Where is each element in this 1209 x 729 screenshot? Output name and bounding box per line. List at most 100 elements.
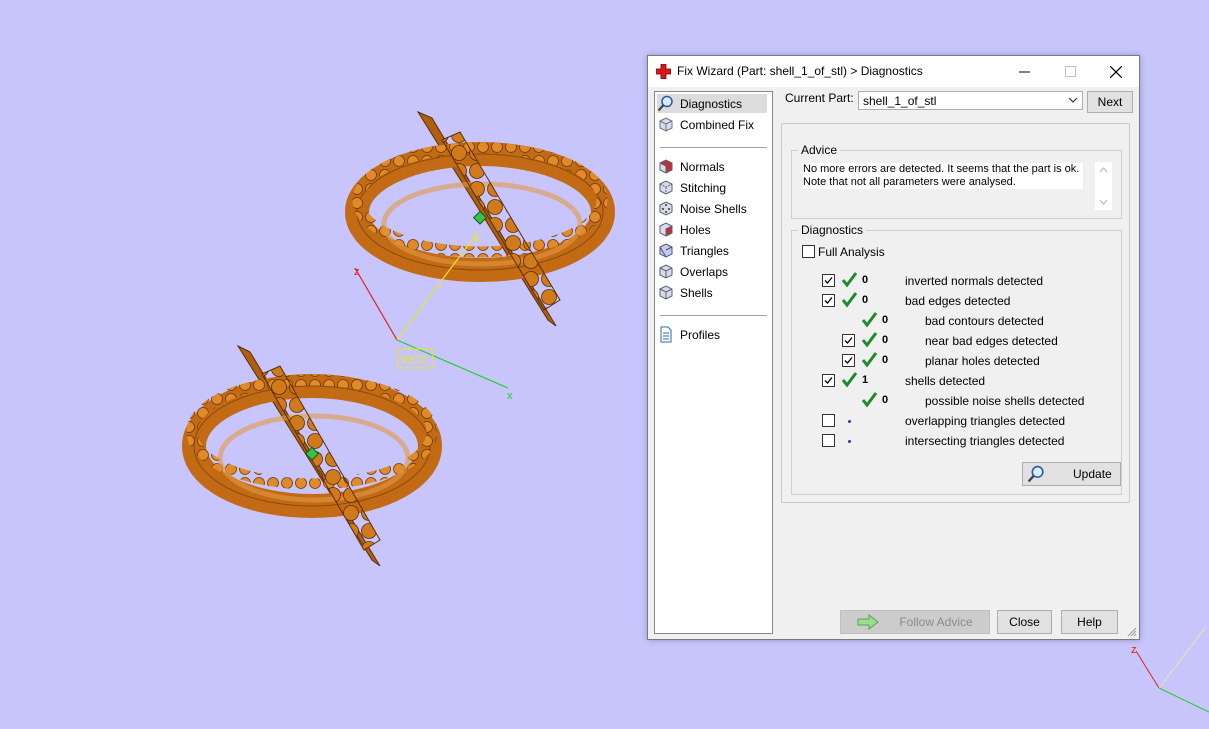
sidebar-item-label: Diagnostics <box>680 96 743 111</box>
green-check-icon <box>861 392 878 408</box>
follow-advice-button[interactable]: Follow Advice <box>840 610 990 634</box>
not-run-dot-icon <box>848 440 851 443</box>
sidebar-item-label: Noise Shells <box>680 201 747 216</box>
green-check-icon <box>861 312 878 328</box>
current-part-select[interactable]: shell_1_of_stl <box>858 91 1083 110</box>
next-button[interactable]: Next <box>1087 91 1133 113</box>
minimize-icon <box>1018 71 1030 73</box>
follow-advice-label: Follow Advice <box>899 615 973 629</box>
overlaps-cube-icon <box>659 264 673 279</box>
row-checkbox[interactable] <box>822 434 835 447</box>
row-checkbox[interactable] <box>822 374 835 387</box>
chevron-down-icon <box>1068 97 1078 103</box>
row-count: 0 <box>862 274 869 286</box>
corner-axis-z-label: z <box>1131 644 1137 656</box>
red-cross-icon <box>656 64 671 79</box>
ring-part-bottom[interactable] <box>182 344 442 567</box>
axis-x-label: x <box>507 390 513 402</box>
help-button[interactable]: Help <box>1061 610 1118 634</box>
green-check-icon <box>841 372 858 388</box>
magnifier-icon <box>657 95 673 112</box>
not-run-dot-icon <box>848 420 851 423</box>
normals-cube-icon <box>659 159 673 174</box>
full-analysis-checkbox[interactable] <box>802 245 815 258</box>
triangles-cube-icon <box>659 243 673 258</box>
update-label: Update <box>1073 467 1112 481</box>
sidebar-item-shells[interactable]: Shells <box>657 283 767 302</box>
advice-scrollbar[interactable] <box>1095 162 1112 210</box>
sidebar-item-holes[interactable]: Holes <box>657 220 767 239</box>
row-count: 1 <box>862 374 869 386</box>
wizard-sidebar: Diagnostics Combined Fix Normals Stitchi… <box>654 91 773 634</box>
wcs-label: WCS <box>401 354 427 366</box>
row-checkbox[interactable] <box>842 334 855 347</box>
row-label: bad edges detected <box>905 294 1011 308</box>
document-icon <box>660 326 672 343</box>
row-count: 0 <box>882 314 889 326</box>
axis-z-label: z <box>354 266 360 278</box>
sidebar-item-diagnostics[interactable]: Diagnostics <box>657 94 767 113</box>
row-label: planar holes detected <box>925 354 1040 368</box>
close-icon <box>1110 65 1122 78</box>
close-button[interactable]: Close <box>997 610 1052 634</box>
row-label: shells detected <box>905 374 986 388</box>
corner-axis-indicator: z <box>1131 627 1209 713</box>
sidebar-item-normals[interactable]: Normals <box>657 157 767 176</box>
row-label: possible noise shells detected <box>925 394 1085 408</box>
scroll-arrows-icon <box>1099 167 1108 205</box>
row-count: 0 <box>882 394 889 406</box>
row-checkbox[interactable] <box>842 354 855 367</box>
row-checkbox[interactable] <box>822 274 835 287</box>
advice-text: No more errors are detected. It seems th… <box>803 163 1083 189</box>
noise-shells-cube-icon <box>659 201 673 216</box>
close-window-button[interactable] <box>1093 56 1139 87</box>
row-label: overlapping triangles detected <box>905 414 1066 428</box>
diagnostics-panel: Advice No more errors are detected. It s… <box>781 123 1130 503</box>
sidebar-item-profiles[interactable]: Profiles <box>657 325 767 344</box>
sidebar-item-label: Normals <box>680 159 725 174</box>
sidebar-item-triangles[interactable]: Triangles <box>657 241 767 260</box>
minimize-button[interactable] <box>1001 56 1047 87</box>
fix-wizard-dialog[interactable]: Fix Wizard (Part: shell_1_of_stl) > Diag… <box>647 55 1140 640</box>
stitching-cube-icon <box>659 180 673 195</box>
row-label: intersecting triangles detected <box>905 434 1065 448</box>
green-check-icon <box>861 332 878 348</box>
sidebar-item-noise-shells[interactable]: Noise Shells <box>657 199 767 218</box>
row-checkbox[interactable] <box>822 294 835 307</box>
ring-part-top[interactable] <box>345 110 615 327</box>
row-count: 0 <box>882 354 889 366</box>
row-checkbox[interactable] <box>822 414 835 427</box>
current-part-label: Current Part: <box>785 91 854 105</box>
sidebar-item-label: Stitching <box>680 180 727 195</box>
holes-cube-icon <box>659 222 673 237</box>
diagnostics-group: Diagnostics Full Analysis 0 inverted nor… <box>791 223 1122 495</box>
maximize-button[interactable] <box>1047 56 1093 87</box>
row-count: 0 <box>882 334 889 346</box>
advice-line: Note that not all parameters were analys… <box>803 176 1016 188</box>
advice-group: Advice No more errors are detected. It s… <box>791 143 1122 219</box>
sidebar-item-stitching[interactable]: Stitching <box>657 178 767 197</box>
update-button[interactable]: Update <box>1022 462 1121 486</box>
window-title: Fix Wizard (Part: shell_1_of_stl) > Diag… <box>677 64 923 78</box>
sidebar-item-label: Shells <box>680 285 713 300</box>
advice-line: No more errors are detected. It seems th… <box>803 163 1080 175</box>
row-label: bad contours detected <box>925 314 1044 328</box>
sidebar-item-overlaps[interactable]: Overlaps <box>657 262 767 281</box>
maximize-icon <box>1064 66 1076 77</box>
arrow-right-icon <box>857 614 880 630</box>
sidebar-item-label: Overlaps <box>680 264 729 279</box>
current-part-value: shell_1_of_stl <box>863 94 937 108</box>
green-check-icon <box>841 272 858 288</box>
sidebar-item-label: Profiles <box>680 327 721 342</box>
resize-grip-icon[interactable] <box>1127 627 1137 637</box>
green-check-icon <box>841 292 858 308</box>
title-bar[interactable]: Fix Wizard (Part: shell_1_of_stl) > Diag… <box>648 56 1139 87</box>
shells-cube-icon <box>659 285 673 300</box>
row-count: 0 <box>862 294 869 306</box>
sidebar-divider <box>660 315 767 316</box>
green-check-icon <box>861 352 878 368</box>
sidebar-item-label: Holes <box>680 222 711 237</box>
sidebar-item-combined-fix[interactable]: Combined Fix <box>657 115 767 134</box>
diagnostics-legend: Diagnostics <box>798 223 867 237</box>
magnifier-icon <box>1027 465 1044 483</box>
